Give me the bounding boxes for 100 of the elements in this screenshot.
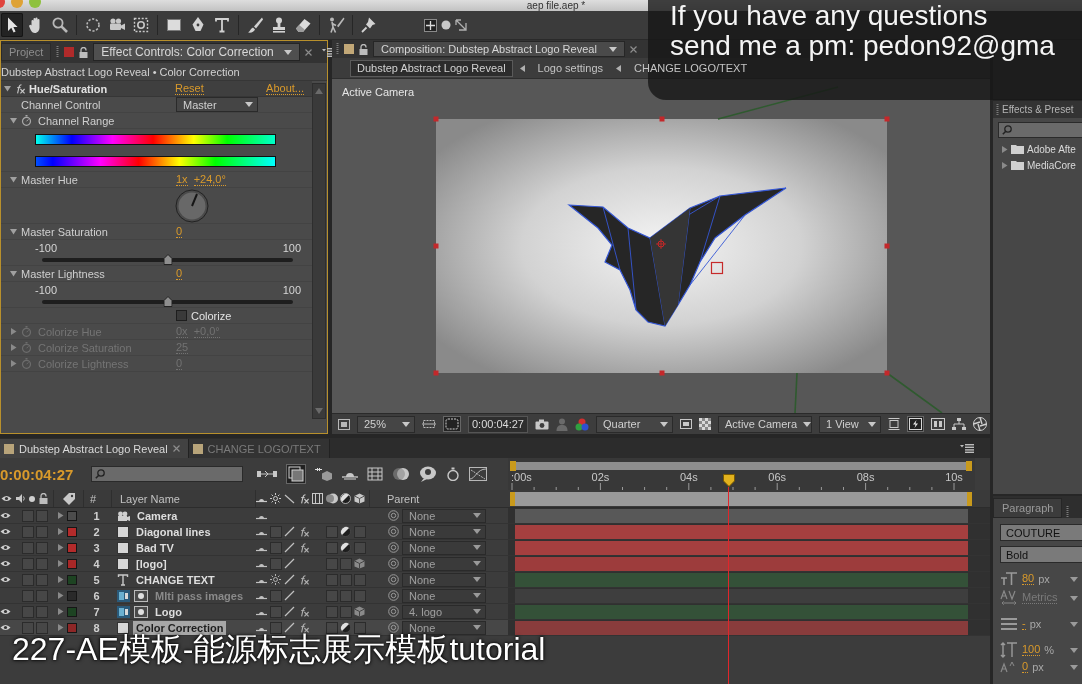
panel-menu-icon[interactable]	[960, 443, 974, 453]
stopwatch-icon[interactable]	[446, 467, 460, 481]
font-family-dropdown[interactable]: COUTURE	[1000, 524, 1082, 541]
lock-toggle[interactable]	[36, 589, 48, 602]
disclosure-triangle-icon[interactable]	[57, 560, 64, 567]
origami-bird-drawing[interactable]	[567, 187, 787, 327]
concentric-circles-icon[interactable]	[388, 574, 399, 585]
framed-rectangle-icon[interactable]	[338, 418, 350, 430]
frame-handle[interactable]	[433, 116, 439, 122]
label-swatch-icon[interactable]	[67, 526, 77, 537]
reset-link[interactable]: Reset	[175, 82, 204, 95]
switch-toggle[interactable]	[270, 589, 282, 602]
frame-handle[interactable]	[884, 116, 890, 122]
fx-icon[interactable]	[298, 574, 310, 585]
eye-icon[interactable]	[0, 512, 11, 519]
cube-icon[interactable]	[354, 493, 365, 504]
dropdown-caret-icon[interactable]	[402, 421, 410, 427]
solo-toggle[interactable]	[22, 589, 34, 602]
layer-duration-bar[interactable]	[515, 524, 968, 539]
dot-icon[interactable]	[29, 495, 35, 502]
sun-icon[interactable]	[270, 493, 281, 504]
switch-toggle[interactable]	[270, 541, 282, 554]
stopwatch-icon[interactable]	[21, 115, 32, 126]
layer-duration-bar[interactable]	[515, 508, 968, 523]
disclosure-triangle-icon[interactable]	[57, 576, 64, 583]
switch-toggle[interactable]	[326, 605, 338, 618]
current-time-field[interactable]: 0:00:04:27	[468, 415, 528, 433]
lock-icon[interactable]	[39, 493, 48, 504]
lock-toggle[interactable]	[36, 509, 48, 522]
layer-name[interactable]: Diagonal lines	[133, 524, 214, 539]
sparkle-cube-icon[interactable]	[315, 467, 333, 481]
disclosure-triangle-icon[interactable]	[57, 544, 64, 551]
label-swatch-icon[interactable]	[67, 606, 77, 617]
overlapping-circles-icon[interactable]	[392, 467, 410, 481]
switch-toggle[interactable]	[326, 573, 338, 586]
slider-value[interactable]: 0	[176, 225, 183, 238]
parent-dropdown[interactable]: None	[402, 588, 486, 603]
switch-toggle[interactable]	[354, 525, 366, 538]
camera-view-dropdown[interactable]: Active Camera	[718, 415, 812, 433]
channel-dropdown[interactable]: Master	[176, 97, 258, 112]
label-swatch-icon[interactable]	[67, 542, 77, 553]
hue-dial[interactable]	[175, 188, 209, 223]
magnification-dropdown[interactable]: 25%	[357, 415, 415, 433]
revolutions-value[interactable]: 1x	[176, 173, 188, 186]
switch-toggle[interactable]	[354, 573, 366, 586]
timeline-tab[interactable]: Dubstep Abstract Logo Reveal	[0, 439, 189, 458]
playhead-handle[interactable]	[722, 474, 735, 487]
frame-handle[interactable]	[433, 370, 439, 376]
view-layout-dropdown[interactable]: 1 View	[819, 415, 881, 433]
grid-icon[interactable]	[367, 467, 383, 481]
solo-toggle[interactable]	[22, 557, 34, 570]
font-size-field[interactable]: 80 px	[1022, 573, 1066, 585]
disclosure-triangle-icon[interactable]	[57, 528, 64, 535]
checkerboard-icon[interactable]	[699, 418, 711, 430]
concentric-circles-icon[interactable]	[388, 590, 399, 601]
sphere-icon[interactable]	[441, 20, 451, 30]
half-circle-icon[interactable]	[340, 542, 351, 553]
speaker-icon[interactable]	[16, 494, 25, 503]
lock-toggle[interactable]	[36, 525, 48, 538]
slash-icon[interactable]	[284, 590, 295, 601]
dashed-rectangle-icon[interactable]	[422, 418, 436, 430]
layer-row[interactable]: 2 Diagonal lines None	[0, 524, 990, 540]
tag-icon[interactable]	[62, 492, 75, 505]
parent-dropdown[interactable]: None	[402, 620, 486, 635]
person-icon[interactable]	[556, 417, 568, 431]
concentric-circles-icon[interactable]	[388, 542, 399, 553]
dropdown-caret-icon[interactable]	[283, 49, 292, 55]
eye-icon[interactable]	[0, 576, 11, 583]
label-swatch-icon[interactable]	[67, 574, 77, 585]
parent-dropdown[interactable]: None	[402, 572, 486, 587]
layer-name[interactable]: Logo	[152, 604, 185, 619]
label-swatch-icon[interactable]	[67, 510, 77, 521]
close-icon[interactable]	[629, 45, 637, 53]
tree-item[interactable]: Adobe Afte	[1027, 143, 1076, 155]
baseline-shift-field[interactable]: 0 px	[1022, 661, 1066, 673]
solo-toggle[interactable]	[22, 573, 34, 586]
color-spectrum-bar[interactable]	[35, 155, 276, 167]
label-swatch-icon[interactable]	[67, 622, 77, 633]
lock-toggle[interactable]	[36, 605, 48, 618]
layer-row[interactable]: 7 Logo 4. logo	[0, 604, 990, 620]
graph-icon[interactable]	[469, 467, 487, 481]
columns-icon[interactable]	[931, 418, 945, 430]
switch-toggle[interactable]	[340, 605, 352, 618]
slash-icon[interactable]	[284, 493, 295, 504]
disclosure-triangle-icon[interactable]	[57, 592, 64, 599]
fx-icon[interactable]	[14, 83, 26, 94]
layer-name[interactable]: [logo]	[133, 556, 170, 571]
fx-icon[interactable]	[298, 542, 310, 553]
sun-icon[interactable]	[270, 574, 281, 585]
angle-value[interactable]: +24,0°	[193, 173, 226, 186]
frame-handle[interactable]	[884, 243, 890, 249]
frame-icon[interactable]	[888, 418, 900, 430]
disclosure-triangle-icon[interactable]	[57, 512, 64, 519]
column-header[interactable]: #	[90, 492, 97, 505]
half-circle-icon[interactable]	[340, 526, 351, 537]
concentric-circles-icon[interactable]	[388, 510, 399, 521]
cube-icon[interactable]	[354, 558, 365, 569]
switch-toggle[interactable]	[354, 541, 366, 554]
eye-icon[interactable]	[0, 544, 11, 551]
switch-toggle[interactable]	[270, 525, 282, 538]
